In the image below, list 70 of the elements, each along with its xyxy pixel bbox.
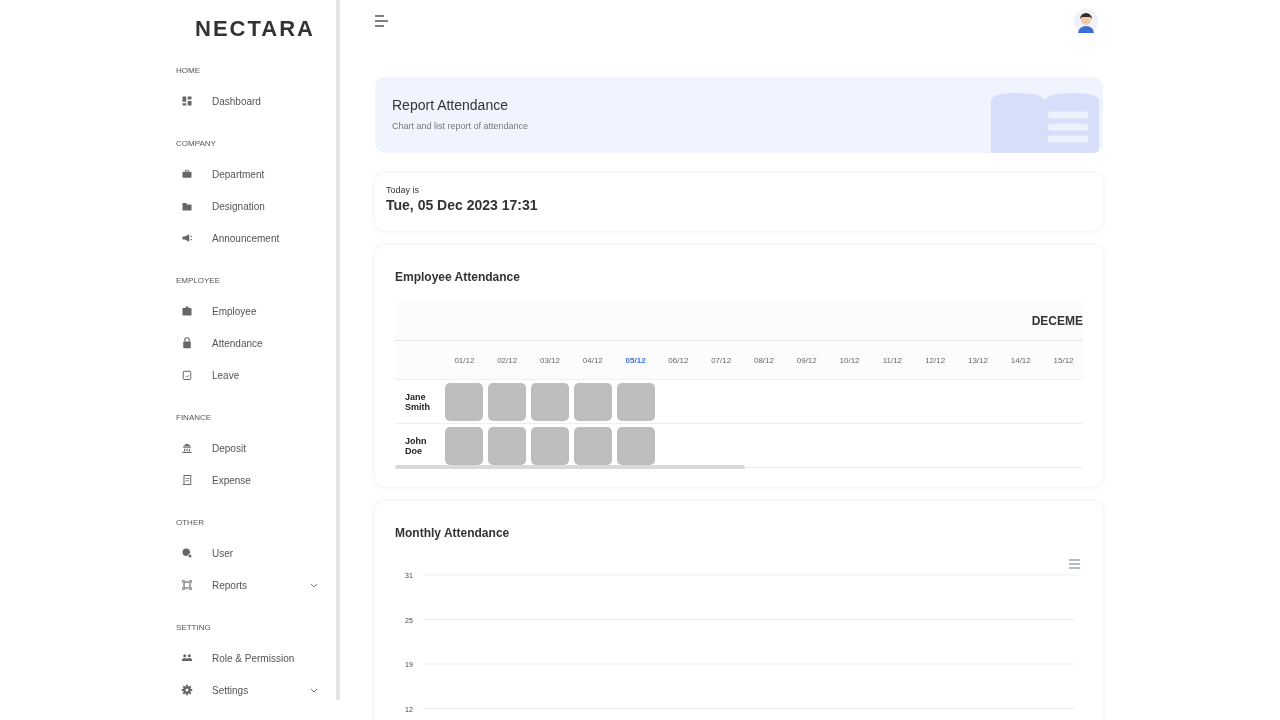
employee-name: Jane Smith [404, 391, 431, 412]
menu-item-icon [181, 337, 193, 349]
section-heading: COMPANY [176, 139, 216, 148]
date-header: 15/12 [1052, 355, 1075, 365]
current-datetime: Tue, 05 Dec 2023 17:31 [386, 197, 538, 213]
logo: NECTARA [195, 16, 315, 42]
date-header: 03/12 [538, 355, 561, 365]
sidebar-item[interactable]: Leave [176, 359, 324, 391]
date-header: 12/12 [924, 355, 947, 365]
avatar[interactable] [1074, 9, 1098, 33]
section-heading: SETTING [176, 623, 211, 632]
menu-item-icon [181, 547, 193, 559]
section-heading: HOME [176, 66, 200, 75]
attendance-block [445, 426, 484, 465]
section-heading: FINANCE [176, 413, 212, 422]
date-header: 06/12 [667, 355, 690, 365]
card-title: Employee Attendance [395, 270, 520, 284]
card-title: Monthly Attendance [395, 526, 510, 540]
sidebar-item[interactable]: User [176, 537, 324, 569]
menu-item-icon [181, 95, 193, 107]
today-label: Today is [386, 185, 420, 195]
menu-item-icon [181, 474, 193, 486]
scrollbar-thumb[interactable] [395, 465, 745, 469]
date-header: 02/12 [496, 355, 519, 365]
menu-item-icon [181, 168, 193, 180]
menu-item-icon [181, 652, 193, 664]
sidebar-item[interactable]: Employee [176, 295, 324, 327]
sidebar-item[interactable]: Expense [176, 464, 324, 496]
sidebar-item[interactable]: Dashboard [176, 85, 324, 117]
date-header: 01/12 [453, 355, 476, 365]
date-header: 10/12 [838, 355, 861, 365]
sidebar-item[interactable]: Department [176, 158, 324, 190]
menu-item-icon [181, 200, 193, 212]
sidebar-item[interactable]: Announcement [176, 222, 324, 254]
attendance-block [616, 382, 655, 421]
attendance-block [573, 426, 612, 465]
menu-icon[interactable] [375, 15, 389, 27]
sidebar-item[interactable]: Attendance [176, 327, 324, 359]
sidebar-item[interactable]: Designation [176, 190, 324, 222]
page-title: Report Attendance [392, 97, 508, 113]
menu-item-icon [181, 579, 193, 591]
section-heading: OTHER [176, 518, 204, 527]
attendance-block [488, 382, 527, 421]
section-heading: EMPLOYEE [176, 276, 220, 285]
attendance-block [488, 426, 527, 465]
menu-item-icon [181, 305, 193, 317]
attendance-block [445, 382, 484, 421]
date-header: 07/12 [710, 355, 733, 365]
menu-item-icon [181, 369, 193, 381]
menu-item-icon [181, 442, 193, 454]
month-heading: DECEME [1031, 314, 1083, 328]
sidebar-item[interactable]: Settings [176, 674, 324, 706]
attendance-block [531, 382, 569, 421]
menu-item-icon [181, 684, 193, 696]
page-subtitle: Chart and list report of attendance [392, 121, 529, 131]
sidebar-item[interactable]: Reports [176, 569, 324, 601]
date-header: 05/12 [624, 355, 647, 365]
sidebar-item[interactable]: Deposit [176, 432, 324, 464]
date-header: 04/12 [581, 355, 604, 365]
date-header: 14/12 [1009, 355, 1032, 365]
date-header: 11/12 [881, 355, 904, 365]
date-header: 13/12 [966, 355, 989, 365]
attendance-block [616, 426, 655, 465]
attendance-block [573, 382, 612, 421]
date-header: 08/12 [752, 355, 775, 365]
sidebar-item[interactable]: Role & Permission [176, 642, 324, 674]
date-header: 09/12 [795, 355, 818, 365]
employee-name: John Doe [404, 435, 428, 456]
menu-item-icon [181, 232, 193, 244]
attendance-block [531, 426, 569, 465]
